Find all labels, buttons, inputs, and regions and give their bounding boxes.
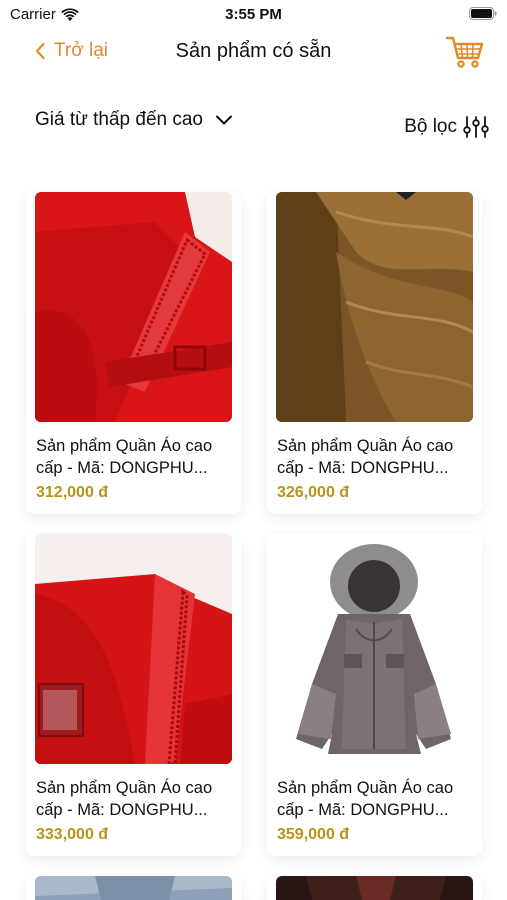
- product-image: [35, 534, 232, 764]
- product-card[interactable]: Sản phẩm Quần Áo cao cấp - Mã: DONGPHU..…: [267, 192, 482, 514]
- product-card[interactable]: Sản phẩm Quần Áo cao cấp - Mã: DONGPHU..…: [26, 192, 241, 514]
- product-card[interactable]: Sản phẩm Quần Áo cao cấp - Mã: DONGPHU..…: [267, 534, 482, 856]
- product-card[interactable]: Sản phẩm Quần Áo cao cấp - Mã: DONGPHU..…: [26, 534, 241, 856]
- product-price: 312,000 đ: [36, 484, 109, 501]
- product-image: [276, 534, 473, 764]
- product-image: [35, 876, 232, 900]
- product-price: 333,000 đ: [36, 826, 109, 843]
- product-price: 326,000 đ: [277, 484, 350, 501]
- product-image: [35, 192, 232, 422]
- product-name: Sản phẩm Quần Áo cao cấp - Mã: DONGPHU..…: [36, 779, 213, 819]
- product-card[interactable]: [26, 876, 241, 900]
- product-image: [276, 192, 473, 422]
- product-price: 359,000 đ: [277, 826, 350, 843]
- product-grid: Sản phẩm Quần Áo cao cấp - Mã: DONGPHU..…: [0, 0, 507, 900]
- product-card[interactable]: [267, 876, 482, 900]
- product-name: Sản phẩm Quần Áo cao cấp - Mã: DONGPHU..…: [277, 437, 454, 477]
- product-name: Sản phẩm Quần Áo cao cấp - Mã: DONGPHU..…: [36, 437, 213, 477]
- product-image: [276, 876, 473, 900]
- product-name: Sản phẩm Quần Áo cao cấp - Mã: DONGPHU..…: [277, 779, 454, 819]
